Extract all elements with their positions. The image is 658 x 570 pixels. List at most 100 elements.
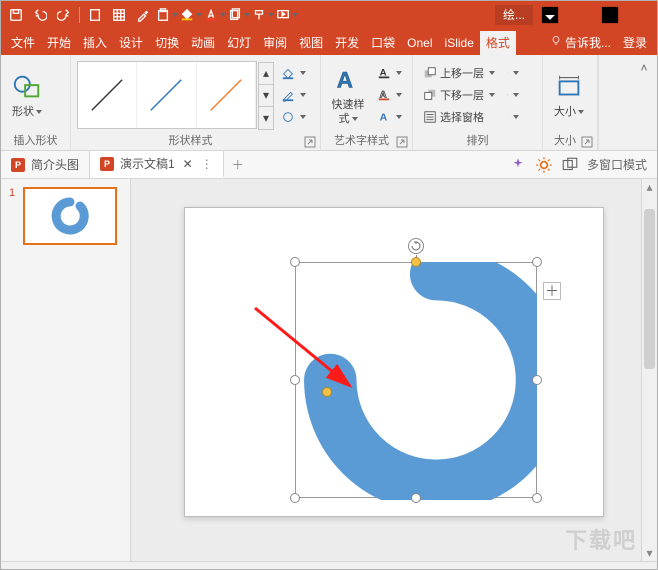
slide-thumbnail-1[interactable]: [23, 187, 117, 245]
adjust-handle-left[interactable]: [322, 387, 332, 397]
document-tab-1[interactable]: P 简介头图: [1, 151, 90, 178]
rotate-button[interactable]: [503, 107, 523, 127]
slide[interactable]: ＋: [184, 207, 604, 517]
group-insert-shapes-label: 插入形状: [7, 130, 64, 148]
gallery-scroll-up[interactable]: ▴: [259, 63, 273, 85]
document-tab-2[interactable]: P 演示文稿1 ✕ ⋮: [90, 151, 224, 178]
quick-styles-button[interactable]: A 快速样式: [327, 62, 369, 128]
selection-pane-button[interactable]: 选择窗格: [419, 107, 499, 127]
minimize-button[interactable]: [567, 4, 593, 26]
align-button[interactable]: [503, 63, 523, 83]
tab-review[interactable]: 审阅: [257, 31, 293, 55]
text-effects-button[interactable]: A: [373, 107, 406, 127]
text-fill-button[interactable]: A: [373, 63, 406, 83]
collapse-ribbon-button[interactable]: ˄: [635, 59, 653, 77]
shape-style-gallery[interactable]: ▴ ▾ ▾: [77, 61, 257, 129]
shapes-icon: [11, 71, 43, 103]
resize-handle-tl[interactable]: [290, 257, 300, 267]
wordart-dialog-launcher[interactable]: [396, 136, 408, 148]
text-fill-icon: A: [377, 66, 391, 80]
signin-link[interactable]: 登录: [617, 31, 653, 55]
tab-insert[interactable]: 插入: [77, 31, 113, 55]
text-outline-button[interactable]: A: [373, 85, 406, 105]
style-preset-1[interactable]: [78, 62, 137, 128]
shape-outline-button[interactable]: [277, 85, 310, 105]
tab-animations[interactable]: 动画: [185, 31, 221, 55]
start-slideshow-button[interactable]: [276, 4, 298, 26]
tab-transitions[interactable]: 切换: [149, 31, 185, 55]
scroll-thumb[interactable]: [644, 209, 655, 369]
new-file-button[interactable]: [84, 4, 106, 26]
redo-button[interactable]: [53, 4, 75, 26]
magic-tool-button[interactable]: [509, 156, 527, 174]
arc-shape[interactable]: [295, 262, 537, 500]
shape-effects-button[interactable]: [277, 107, 310, 127]
text-outline-icon: A: [377, 88, 391, 102]
slide-number: 1: [9, 187, 19, 245]
layout-options-button[interactable]: ＋: [543, 282, 561, 300]
tab-slideshow[interactable]: 幻灯: [221, 31, 257, 55]
close-button[interactable]: [627, 4, 653, 26]
footer-bar: [1, 561, 657, 569]
multi-window-label[interactable]: 多窗口模式: [587, 156, 647, 173]
group-insert-shapes: 形状 插入形状: [1, 55, 71, 150]
resize-handle-br[interactable]: [532, 493, 542, 503]
settings-button[interactable]: [535, 156, 553, 174]
gallery-scroll-down[interactable]: ▾: [259, 85, 273, 107]
tab-islide[interactable]: iSlide: [439, 31, 480, 55]
resize-handle-mr[interactable]: [532, 375, 542, 385]
ppt-file-icon: P: [11, 158, 25, 172]
rotation-handle[interactable]: [408, 238, 424, 254]
bring-forward-icon: [423, 66, 437, 80]
tab-design[interactable]: 设计: [113, 31, 149, 55]
font-color-qat-button[interactable]: [204, 4, 226, 26]
adjust-handle-top[interactable]: [411, 257, 421, 267]
watermark: 下载吧: [565, 523, 637, 555]
shape-fill-button[interactable]: [277, 63, 310, 83]
style-preset-2[interactable]: [137, 62, 196, 128]
shape-styles-dialog-launcher[interactable]: [304, 136, 316, 148]
style-preset-3[interactable]: [197, 62, 256, 128]
tab-file[interactable]: 文件: [5, 31, 41, 55]
paste-button[interactable]: [156, 4, 178, 26]
eyedropper-button[interactable]: [132, 4, 154, 26]
maximize-button[interactable]: [597, 4, 623, 26]
scroll-down-button[interactable]: ▾: [642, 545, 657, 561]
group-objects-button[interactable]: [503, 85, 523, 105]
work-area: 1: [1, 179, 657, 561]
tab-view[interactable]: 视图: [293, 31, 329, 55]
size-button[interactable]: 大小: [549, 69, 589, 121]
new-tab-button[interactable]: ＋: [224, 151, 252, 178]
copy-button[interactable]: [228, 4, 250, 26]
vertical-scrollbar[interactable]: ▴ ▾: [641, 179, 657, 561]
scroll-up-button[interactable]: ▴: [642, 179, 657, 195]
resize-handle-bl[interactable]: [290, 493, 300, 503]
gallery-expand[interactable]: ▾: [259, 107, 273, 128]
format-painter-qat-button[interactable]: [252, 4, 274, 26]
tab-onekey[interactable]: Onel: [401, 31, 438, 55]
send-backward-button[interactable]: 下移一层: [419, 85, 499, 105]
selection-pane-label: 选择窗格: [440, 109, 484, 125]
ribbon-options-button[interactable]: [537, 4, 563, 26]
tab-pocket[interactable]: 口袋: [365, 31, 401, 55]
bring-forward-button[interactable]: 上移一层: [419, 63, 499, 83]
tab-home[interactable]: 开始: [41, 31, 77, 55]
save-button[interactable]: [5, 4, 27, 26]
selected-shape[interactable]: ＋: [295, 262, 537, 498]
close-tab-button[interactable]: ✕: [181, 157, 195, 171]
document-tab-2-label: 演示文稿1: [120, 155, 175, 172]
resize-handle-bm2[interactable]: [411, 493, 421, 503]
resize-handle-tr[interactable]: [532, 257, 542, 267]
tab-menu-button[interactable]: ⋮: [201, 157, 213, 171]
size-dialog-launcher[interactable]: [581, 136, 593, 148]
tab-format[interactable]: 格式: [480, 31, 516, 55]
tab-developer[interactable]: 开发: [329, 31, 365, 55]
resize-handle-ml[interactable]: [290, 375, 300, 385]
shapes-gallery-button[interactable]: 形状: [7, 69, 47, 121]
tell-me-box[interactable]: 告诉我...: [544, 31, 617, 55]
insert-table-button[interactable]: [108, 4, 130, 26]
size-label: 大小: [554, 106, 576, 118]
shape-fill-qat-button[interactable]: [180, 4, 202, 26]
slide-canvas-area[interactable]: ＋ ▴ ▾ 下载吧: [131, 179, 657, 561]
undo-button[interactable]: [29, 4, 51, 26]
